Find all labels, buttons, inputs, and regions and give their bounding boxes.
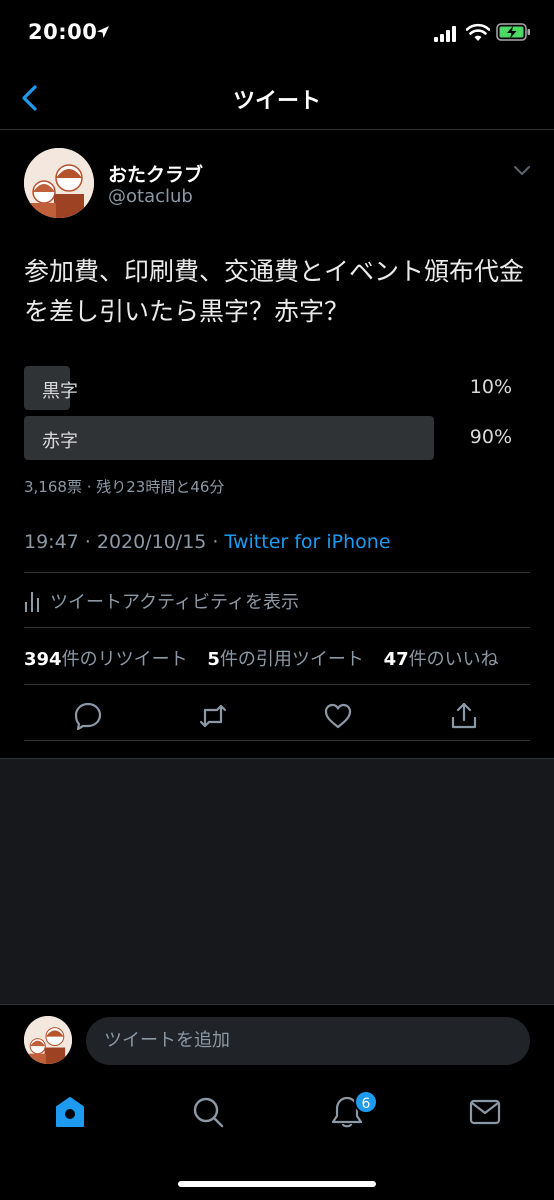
poll-meta: 3,168票 · 残り23時間と46分 — [24, 478, 225, 496]
home-indicator — [178, 1181, 376, 1187]
tweet-activity-link[interactable]: ツイートアクティビティを表示 — [24, 588, 299, 614]
current-user-avatar[interactable] — [24, 1016, 72, 1064]
reply-input[interactable]: ツイートを追加 — [86, 1017, 530, 1065]
likes-label: 件のいいね — [408, 649, 499, 670]
author-handle[interactable]: @otaclub — [108, 186, 193, 207]
reply-icon[interactable] — [72, 700, 104, 732]
poll-option: 黒字 10% — [24, 366, 514, 410]
poll-option: 赤字 90% — [24, 416, 514, 460]
tweet-activity-label: ツイートアクティビティを表示 — [50, 592, 299, 613]
retweet-icon[interactable] — [197, 700, 229, 732]
engagement-stats: 394件のリツイート 5件の引用ツイート 47件のいいね — [24, 645, 513, 671]
poll-option-percent: 10% — [469, 376, 512, 398]
tweet-detail-screen: 20:00 ツイート おたクラブ @otaclub 参加費、印刷費、交通費とイベ… — [0, 0, 554, 1200]
tweet-timestamp: 19:47 · 2020/10/15 · Twitter for iPhone — [24, 531, 391, 553]
search-icon[interactable] — [190, 1094, 226, 1130]
navigation-bar: ツイート — [0, 64, 554, 130]
home-icon[interactable] — [52, 1094, 88, 1130]
likes-count: 47 — [383, 649, 409, 670]
status-time: 20:00 — [28, 20, 98, 44]
poll-option-percent: 90% — [469, 426, 512, 448]
replies-area — [0, 758, 554, 1004]
cellular-signal-icon — [434, 26, 456, 42]
chevron-down-icon[interactable] — [512, 164, 532, 178]
likes-stat[interactable]: 47件のいいね — [384, 649, 499, 670]
timestamp-text: 19:47 · 2020/10/15 · — [24, 531, 225, 553]
quotes-stat[interactable]: 5件の引用ツイート — [207, 649, 364, 670]
author-display-name[interactable]: おたクラブ — [108, 160, 203, 187]
divider — [24, 627, 530, 628]
poll-bar — [24, 416, 434, 460]
author-avatar[interactable] — [24, 148, 94, 218]
divider — [24, 684, 530, 685]
tweet-text: 参加費、印刷費、交通費とイベント頒布代金を差し引いたら黒字？赤字？ — [24, 257, 525, 326]
status-bar: 20:00 — [0, 0, 554, 64]
retweets-count: 394 — [24, 649, 62, 670]
poll-option-label: 黒字 — [42, 381, 78, 402]
location-arrow-icon — [97, 26, 109, 38]
quotes-label: 件の引用ツイート — [219, 649, 364, 670]
share-icon[interactable] — [448, 700, 480, 732]
like-icon[interactable] — [322, 700, 354, 732]
divider — [24, 740, 530, 741]
bar-chart-icon — [25, 592, 39, 612]
notifications-badge: 6 — [354, 1090, 378, 1114]
messages-icon[interactable] — [467, 1094, 503, 1130]
wifi-icon — [466, 23, 490, 41]
battery-charging-icon — [496, 23, 530, 41]
quotes-count: 5 — [207, 649, 220, 670]
source-link[interactable]: Twitter for iPhone — [225, 531, 391, 553]
divider — [24, 572, 530, 573]
retweets-label: 件のリツイート — [61, 649, 188, 670]
retweets-stat[interactable]: 394件のリツイート — [24, 649, 188, 670]
poll-option-label: 赤字 — [42, 431, 78, 452]
page-title: ツイート — [232, 89, 321, 114]
